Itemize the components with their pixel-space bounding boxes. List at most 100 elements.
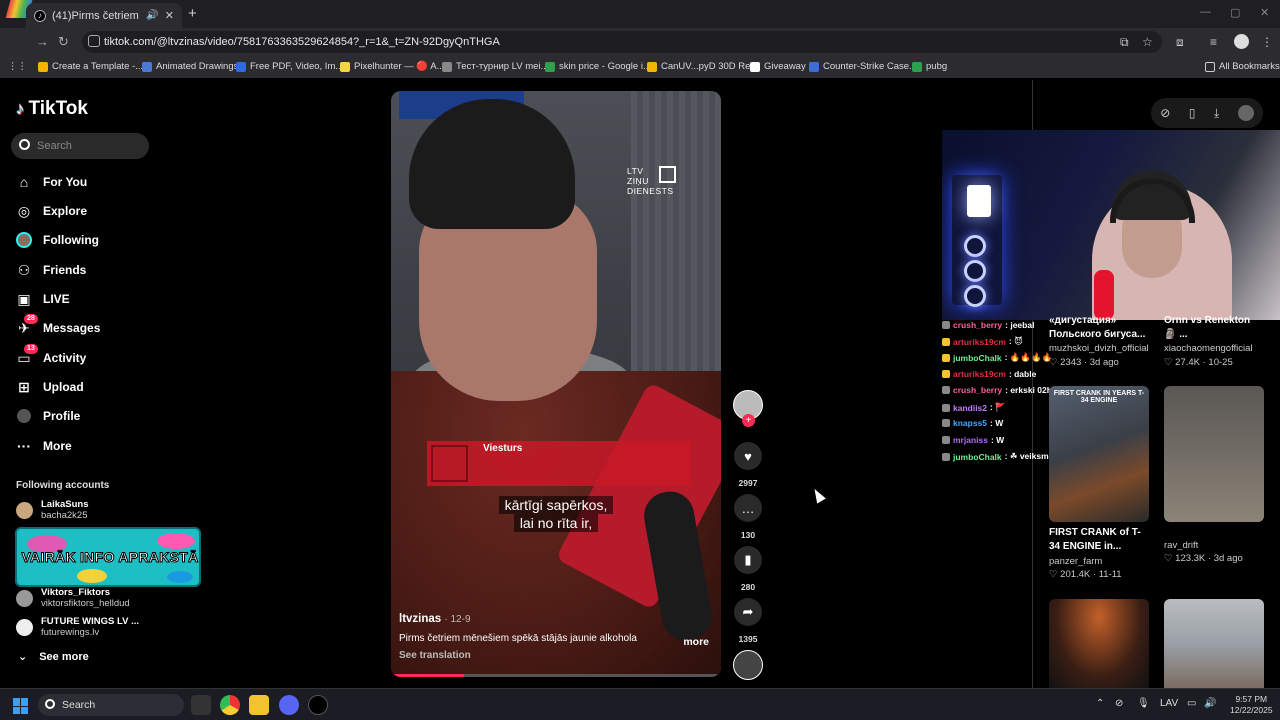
- following-account[interactable]: LaikaSuns bacha2k25: [16, 499, 89, 521]
- language-indicator[interactable]: LAV: [1160, 698, 1178, 709]
- video-subtitle: kārtīgi sapērkos, lai no rīta ir,: [391, 496, 721, 532]
- media-controls-icon[interactable]: ≡: [1210, 35, 1217, 49]
- following-account[interactable]: FUTURE WINGS LV ... futurewings.lv: [16, 616, 139, 638]
- save-button[interactable]: ▮ 280: [733, 546, 763, 592]
- bookmark-item[interactable]: Free PDF, Video, Im...: [236, 61, 343, 72]
- more-icon: ···: [17, 438, 31, 454]
- see-more-button[interactable]: ⌄ See more: [18, 650, 89, 664]
- grid-item-top-right[interactable]: Ornn vs Renekton 🗿 ... xiaochaomengoffic…: [1164, 314, 1274, 370]
- discord-icon[interactable]: [279, 695, 299, 715]
- file-explorer-icon[interactable]: [249, 695, 269, 715]
- bookmark-item[interactable]: Giveaway: [750, 61, 806, 72]
- forward-button[interactable]: →: [36, 34, 49, 49]
- address-bar-row: → ↻ tiktok.com/@ltvzinas/video/758176336…: [0, 28, 1280, 56]
- network-icon[interactable]: ⊘: [1115, 698, 1123, 709]
- nav-profile[interactable]: Profile: [16, 408, 80, 424]
- reload-button[interactable]: ↻: [58, 34, 69, 50]
- lower-third-caption: Viesturs: [427, 441, 691, 486]
- bookmark-item[interactable]: Counter-Strike Case...: [809, 61, 917, 72]
- grid-item-top-left[interactable]: «дигустация» Польского бигуса... muzhsko…: [1049, 314, 1157, 370]
- like-count: 2997: [738, 478, 758, 488]
- follow-plus-icon[interactable]: +: [742, 414, 755, 427]
- nav-explore[interactable]: ◎ Explore: [16, 203, 87, 219]
- see-translation-link[interactable]: See translation: [399, 650, 713, 661]
- messages-icon: ✈ 28: [16, 314, 38, 336]
- nav-for-you[interactable]: ⌂ For You: [16, 174, 87, 190]
- maximize-button[interactable]: ▢: [1230, 6, 1240, 19]
- browser-tab[interactable]: ♪ (41)Pirms četriem mēnešiem 🔊 ✕: [26, 3, 182, 28]
- more-link[interactable]: more: [683, 636, 709, 648]
- download-icon[interactable]: ⤓: [1214, 106, 1219, 121]
- bookmark-item[interactable]: skin price - Google i...: [545, 61, 651, 72]
- close-tab-icon[interactable]: ✕: [165, 9, 174, 22]
- bookmark-item[interactable]: Animated Drawings: [142, 61, 238, 72]
- tiktok-sidebar: ♪ TikTok Search ⌂ For You ◎ Explore Follow…: [0, 80, 201, 688]
- grid-item-mid-left[interactable]: FIRST CRANK IN YEARS T-34 ENGINE FIRST C…: [1049, 386, 1149, 580]
- bookmark-item[interactable]: Create a Template -...: [38, 61, 143, 72]
- video-thumbnail[interactable]: [1049, 599, 1149, 688]
- minimize-button[interactable]: —: [1200, 6, 1211, 18]
- nav-upload[interactable]: ⊞ Upload: [16, 379, 84, 395]
- close-window-button[interactable]: ✕: [1260, 6, 1269, 19]
- all-bookmarks-button[interactable]: All Bookmarks: [1205, 61, 1280, 72]
- url-field[interactable]: tiktok.com/@ltvzinas/video/7581763363529…: [82, 31, 1162, 53]
- video-author[interactable]: ltvzinas · 12-9: [399, 613, 713, 625]
- nav-friends[interactable]: ⚇ Friends: [16, 262, 87, 278]
- task-view-icon[interactable]: [191, 695, 211, 715]
- volume-icon[interactable]: 🔊: [1204, 698, 1216, 709]
- speaker-icon[interactable]: 🔊: [146, 10, 158, 21]
- bookmark-item[interactable]: Pixelhunter — 🔴 A...: [340, 61, 445, 72]
- following-account[interactable]: Viktors_Fiktors viktorsfiktors_helldud: [16, 587, 130, 609]
- comment-button[interactable]: … 130: [733, 494, 763, 540]
- share-count: 1395: [738, 634, 758, 644]
- compass-icon[interactable]: ⊘: [1160, 106, 1170, 120]
- nav-live[interactable]: ▣ LIVE: [16, 291, 69, 307]
- video-thumbnail[interactable]: FIRST CRANK IN YEARS T-34 ENGINE: [1049, 386, 1149, 522]
- chat-line: crush_berry: jeebal: [942, 320, 1034, 330]
- apps-grid-icon[interactable]: ⋮⋮: [8, 61, 27, 72]
- windows-start-icon[interactable]: [13, 698, 29, 714]
- video-title: FIRST CRANK of T-34 ENGINE in...: [1049, 527, 1141, 552]
- video-thumbnail[interactable]: [1164, 599, 1264, 688]
- avatar[interactable]: [1237, 105, 1254, 121]
- grid-item-bottom-left[interactable]: [1049, 599, 1149, 688]
- chrome-icon[interactable]: [220, 695, 240, 715]
- install-app-icon[interactable]: ⧉: [1120, 35, 1129, 50]
- chat-badge-icon: [942, 419, 950, 427]
- share-button[interactable]: ➦ 1395: [733, 598, 763, 644]
- streamer-webcam-overlay: [942, 130, 1280, 320]
- menu-kebab-icon[interactable]: ⋮: [1261, 35, 1273, 49]
- video-player[interactable]: LTV ZIŅU DIENESTS Viesturs kārtīgi sapēr…: [391, 91, 721, 677]
- search-input[interactable]: Search: [11, 133, 149, 159]
- bookmark-item[interactable]: Тест-турнир LV mei...: [442, 61, 548, 72]
- nav-more[interactable]: ··· More: [16, 438, 72, 454]
- video-thumbnail[interactable]: [1164, 386, 1264, 522]
- grid-item-bottom-right[interactable]: [1164, 599, 1264, 688]
- tiktok-logo[interactable]: ♪ TikTok: [16, 98, 88, 120]
- taskbar-clock[interactable]: 9:57 PM 12/22/2025: [1230, 694, 1273, 716]
- tray-chevron-icon[interactable]: ⌃: [1096, 698, 1104, 709]
- nav-following[interactable]: Following: [16, 232, 99, 248]
- taskbar-search[interactable]: Search: [38, 694, 184, 716]
- chat-line: crush_berry: erkski 02h: [942, 385, 1052, 395]
- video-progress-bar[interactable]: [391, 674, 721, 677]
- bookmark-item[interactable]: CanUV...pyD 30D Re...: [647, 61, 758, 72]
- bookmark-star-icon[interactable]: ☆: [1142, 35, 1153, 49]
- tiktok-app-icon[interactable]: [308, 695, 328, 715]
- speaker-name: Viesturs: [483, 443, 523, 454]
- extensions-icon[interactable]: ⧈: [1176, 35, 1184, 50]
- like-button[interactable]: ♥ 2997: [733, 442, 763, 488]
- creator-avatar-button[interactable]: +: [733, 390, 763, 427]
- display-icon[interactable]: ▭: [1187, 698, 1196, 709]
- new-tab-button[interactable]: +: [188, 5, 197, 22]
- nav-messages[interactable]: ✈ 28 Messages: [16, 314, 100, 336]
- profile-avatar[interactable]: [1234, 34, 1249, 49]
- activity-icon: ▭ 13: [16, 344, 38, 366]
- sound-disc-button[interactable]: [733, 650, 763, 680]
- nav-activity[interactable]: ▭ 13 Activity: [16, 344, 86, 366]
- microphone-icon[interactable]: 🎙: [1137, 698, 1150, 709]
- site-info-icon[interactable]: [88, 35, 100, 47]
- grid-item-mid-right[interactable]: rav_drift ♡ 123.3K · 3d ago: [1164, 386, 1264, 564]
- mobile-icon[interactable]: ▯: [1189, 106, 1196, 120]
- bookmark-item[interactable]: pubg: [912, 61, 947, 72]
